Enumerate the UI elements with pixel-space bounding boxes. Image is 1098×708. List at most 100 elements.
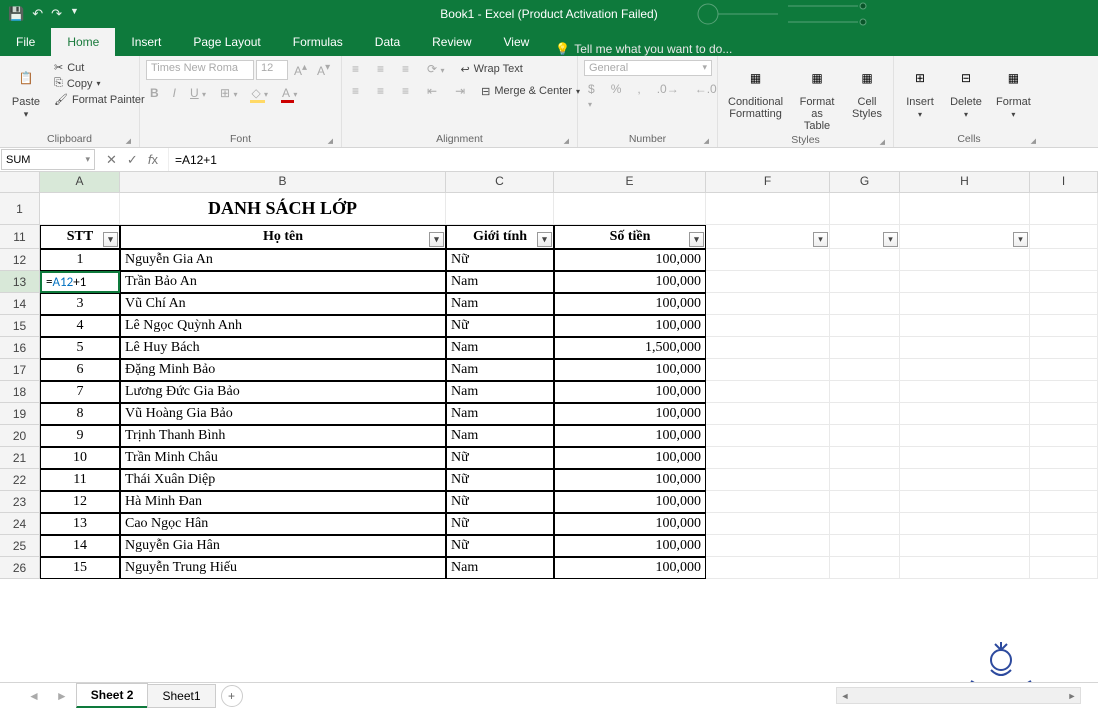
cell[interactable] — [900, 535, 1030, 557]
cell[interactable] — [1030, 359, 1098, 381]
cell[interactable]: Nữ — [446, 513, 554, 535]
cell[interactable] — [830, 249, 900, 271]
wrap-text-button[interactable]: ↩Wrap Text — [458, 62, 524, 77]
cell[interactable]: 3 — [40, 293, 120, 315]
cell[interactable] — [1030, 293, 1098, 315]
scroll-right-icon[interactable]: ► — [1064, 691, 1080, 701]
increase-font-button[interactable]: A▴ — [290, 60, 311, 80]
cell[interactable]: 100,000 — [554, 359, 706, 381]
cell[interactable] — [830, 425, 900, 447]
row-header[interactable]: 14 — [0, 293, 40, 315]
align-bottom-button[interactable]: ≡ — [398, 60, 413, 78]
cell[interactable]: 12 — [40, 491, 120, 513]
align-middle-button[interactable]: ≡ — [373, 60, 388, 78]
cell[interactable]: 100,000 — [554, 535, 706, 557]
cell[interactable]: Vũ Chí An — [120, 293, 446, 315]
cell[interactable] — [706, 359, 830, 381]
horizontal-scrollbar[interactable]: ◄ ► — [836, 687, 1081, 704]
cell[interactable]: Lê Ngọc Quỳnh Anh — [120, 315, 446, 337]
row-header[interactable]: 20 — [0, 425, 40, 447]
cut-button[interactable]: ✂Cut — [52, 60, 147, 75]
cell[interactable] — [1030, 557, 1098, 579]
cell[interactable]: ▾ — [900, 225, 1030, 249]
cell[interactable] — [706, 271, 830, 293]
cell[interactable] — [706, 403, 830, 425]
italic-button[interactable]: I — [169, 84, 180, 102]
cell[interactable] — [830, 271, 900, 293]
paste-button[interactable]: 📋 Paste▾ — [6, 60, 46, 122]
row-header[interactable]: 11 — [0, 225, 40, 249]
filter-dropdown-icon[interactable]: ▾ — [1013, 232, 1028, 247]
cell[interactable] — [900, 249, 1030, 271]
cell[interactable] — [830, 447, 900, 469]
cell[interactable]: 13 — [40, 513, 120, 535]
cell[interactable] — [554, 193, 706, 225]
cell[interactable]: Nữ — [446, 447, 554, 469]
cell[interactable] — [1030, 535, 1098, 557]
cell[interactable]: 100,000 — [554, 249, 706, 271]
cell[interactable]: 100,000 — [554, 315, 706, 337]
cell[interactable] — [830, 403, 900, 425]
accounting-format-button[interactable]: $ ▾ — [584, 80, 599, 112]
underline-button[interactable]: U ▾ — [186, 84, 210, 102]
cell[interactable] — [1030, 249, 1098, 271]
cell[interactable] — [830, 337, 900, 359]
column-header-A[interactable]: A — [40, 172, 120, 193]
cell[interactable] — [830, 557, 900, 579]
cell[interactable]: Hà Minh Đan — [120, 491, 446, 513]
cell[interactable]: Nam — [446, 337, 554, 359]
cell[interactable]: 100,000 — [554, 293, 706, 315]
cell[interactable]: Nữ — [446, 535, 554, 557]
cell[interactable] — [900, 293, 1030, 315]
name-box[interactable]: SUM▾ — [1, 149, 95, 170]
filter-dropdown-icon[interactable]: ▾ — [689, 232, 704, 247]
cell[interactable]: 100,000 — [554, 513, 706, 535]
bold-button[interactable]: B — [146, 84, 163, 102]
cell[interactable]: 100,000 — [554, 403, 706, 425]
font-color-button[interactable]: A ▾ — [278, 84, 301, 102]
cell[interactable]: Vũ Hoàng Gia Bảo — [120, 403, 446, 425]
row-header[interactable]: 22 — [0, 469, 40, 491]
cell[interactable]: Nam — [446, 425, 554, 447]
cell[interactable]: 100,000 — [554, 469, 706, 491]
cell[interactable]: 5 — [40, 337, 120, 359]
font-size-select[interactable]: 12 — [256, 60, 288, 80]
format-painter-button[interactable]: 🖌Format Painter — [52, 92, 147, 107]
filter-dropdown-icon[interactable]: ▾ — [813, 232, 828, 247]
merge-center-button[interactable]: ⊟Merge & Center ▾ — [479, 84, 582, 99]
cell[interactable] — [830, 491, 900, 513]
row-header[interactable]: 15 — [0, 315, 40, 337]
fill-color-button[interactable]: ◇ ▾ — [247, 84, 272, 102]
cell[interactable]: Cao Ngọc Hân — [120, 513, 446, 535]
cell[interactable] — [706, 513, 830, 535]
cell[interactable] — [900, 447, 1030, 469]
cell[interactable]: Lương Đức Gia Bảo — [120, 381, 446, 403]
row-header[interactable]: 25 — [0, 535, 40, 557]
conditional-formatting-button[interactable]: ▦Conditional Formatting — [724, 60, 787, 122]
cell[interactable] — [830, 193, 900, 225]
cell[interactable]: Trịnh Thanh Bình — [120, 425, 446, 447]
cell[interactable] — [1030, 425, 1098, 447]
number-format-select[interactable]: General▾ — [584, 60, 712, 76]
cell[interactable] — [706, 469, 830, 491]
cell[interactable]: 4 — [40, 315, 120, 337]
decrease-decimal-button[interactable]: ←.0 — [691, 80, 721, 112]
cell[interactable] — [706, 337, 830, 359]
cell[interactable] — [40, 193, 120, 225]
cell[interactable] — [706, 491, 830, 513]
cell[interactable]: 100,000 — [554, 557, 706, 579]
filter-dropdown-icon[interactable]: ▾ — [537, 232, 552, 247]
cell[interactable] — [1030, 337, 1098, 359]
cell[interactable]: Họ tên▾ — [120, 225, 446, 249]
cell[interactable] — [900, 381, 1030, 403]
cell[interactable] — [1030, 193, 1098, 225]
comma-format-button[interactable]: , — [633, 80, 644, 112]
cell[interactable]: 100,000 — [554, 447, 706, 469]
cell[interactable]: Nguyễn Gia Hân — [120, 535, 446, 557]
sheet-tab-active[interactable]: Sheet 2 — [76, 683, 149, 708]
select-all-corner[interactable] — [0, 172, 40, 193]
tab-view[interactable]: View — [488, 28, 546, 56]
cell[interactable] — [706, 425, 830, 447]
formula-input[interactable]: =A12+1 — [169, 148, 1098, 171]
sheet-tab-other[interactable]: Sheet1 — [147, 684, 215, 708]
